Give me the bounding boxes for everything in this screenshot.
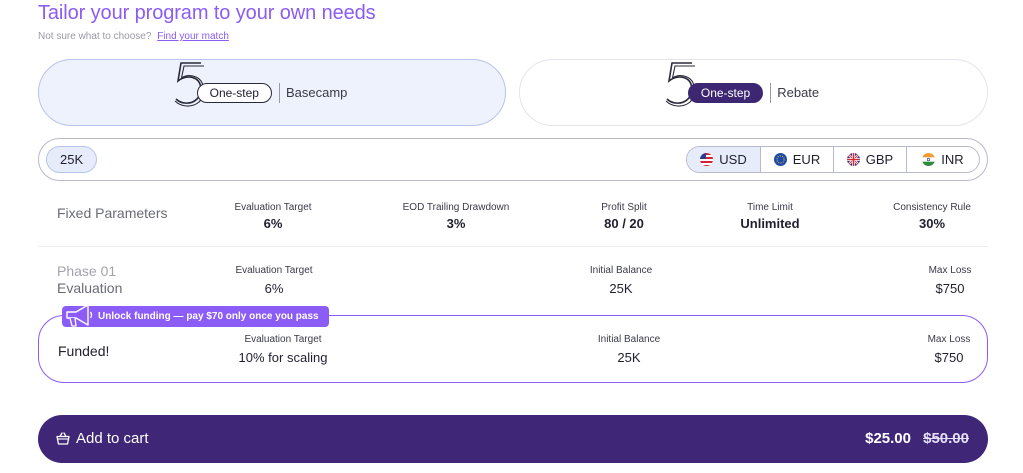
param-label: Evaluation Target bbox=[244, 334, 322, 345]
param-eod-trailing-drawdown: EOD Trailing Drawdown 3% bbox=[403, 202, 510, 231]
phase-evaluation-row: Phase 01 Evaluation Evaluation Target 6%… bbox=[38, 262, 988, 312]
plan-divider bbox=[770, 82, 772, 103]
help-text-row: Not sure what to choose? Find your match bbox=[38, 31, 229, 42]
currency-eur[interactable]: EUR bbox=[760, 147, 833, 172]
param-label: Max Loss bbox=[927, 334, 971, 345]
param-label: Evaluation Target bbox=[234, 202, 312, 213]
original-price: $50.00 bbox=[923, 430, 969, 447]
param-value: 6% bbox=[263, 216, 283, 231]
param-value: 80 / 20 bbox=[604, 216, 644, 231]
param-consistency-rule: Consistency Rule 30% bbox=[893, 202, 971, 231]
param-label: Initial Balance bbox=[597, 334, 661, 345]
plan-card-basecamp[interactable]: One-step Basecamp bbox=[38, 59, 506, 126]
param-label: Evaluation Target bbox=[235, 265, 313, 276]
one-step-pill: One-step bbox=[687, 82, 764, 103]
funded-max-loss: Max Loss $750 bbox=[928, 334, 971, 365]
phase-subtitle: Evaluation bbox=[57, 280, 123, 296]
phase-max-loss: Max Loss $750 bbox=[929, 265, 972, 296]
one-step-pill: One-step bbox=[196, 82, 272, 103]
india-flag-icon bbox=[922, 153, 936, 166]
eu-flag-icon bbox=[773, 153, 787, 166]
param-time-limit: Time Limit Unlimited bbox=[740, 202, 799, 231]
param-label: Consistency Rule bbox=[893, 202, 971, 213]
phase-initial-balance: Initial Balance 25K bbox=[590, 265, 652, 296]
param-value: 3% bbox=[446, 216, 466, 231]
add-to-cart-button[interactable]: Add to cart $25.00 $50.00 bbox=[38, 415, 988, 463]
funded-initial-balance: Initial Balance 25K bbox=[598, 334, 660, 365]
param-value: Unlimited bbox=[740, 216, 800, 231]
plan-card-rebate[interactable]: One-step Rebate bbox=[519, 59, 988, 126]
us-flag-icon bbox=[700, 153, 714, 166]
param-label: EOD Trailing Drawdown bbox=[402, 202, 510, 213]
param-label: Time Limit bbox=[747, 202, 793, 213]
current-price: $25.00 bbox=[865, 430, 911, 447]
plan-name-rebate: Rebate bbox=[777, 85, 820, 100]
param-value: 10% for scaling bbox=[238, 350, 328, 365]
param-value: 30% bbox=[918, 216, 946, 231]
plan-name-basecamp: Basecamp bbox=[285, 85, 348, 100]
currency-gbp[interactable]: GBP bbox=[833, 147, 906, 172]
currency-selector: USD EUR GBP INR bbox=[686, 146, 980, 173]
param-value: 25K bbox=[617, 350, 641, 365]
param-value: $750 bbox=[934, 350, 964, 365]
uk-flag-icon bbox=[846, 153, 860, 166]
param-label: Max Loss bbox=[928, 265, 972, 276]
fixed-parameters-row: Fixed Parameters Evaluation Target 6% EO… bbox=[38, 195, 988, 247]
account-size-25k[interactable]: 25K bbox=[46, 146, 98, 173]
currency-label: INR bbox=[941, 152, 964, 167]
find-your-match-link[interactable]: Find your match bbox=[157, 31, 229, 42]
megaphone-icon bbox=[66, 304, 93, 327]
help-text: Not sure what to choose? bbox=[38, 31, 152, 42]
param-value: 25K bbox=[609, 281, 633, 296]
funded-evaluation-target: Evaluation Target 10% for scaling bbox=[239, 334, 328, 365]
plan-divider bbox=[278, 82, 280, 103]
param-evaluation-target: Evaluation Target 6% bbox=[234, 202, 311, 231]
currency-inr[interactable]: INR bbox=[906, 147, 979, 172]
param-label: Profit Split bbox=[601, 202, 647, 213]
funded-label: Funded! bbox=[58, 343, 110, 359]
phase-title: Phase 01 bbox=[57, 263, 117, 279]
account-size-bar: 25K USD EUR GBP INR bbox=[38, 138, 988, 181]
param-value: 6% bbox=[264, 281, 284, 296]
currency-label: EUR bbox=[792, 152, 821, 167]
add-to-cart-label: Add to cart bbox=[76, 430, 149, 447]
currency-label: USD bbox=[719, 152, 747, 167]
basket-icon bbox=[56, 432, 70, 445]
unlock-funding-text: Unlock funding — pay $70 only once you p… bbox=[98, 311, 319, 322]
fixed-parameters-label: Fixed Parameters bbox=[57, 205, 168, 221]
param-profit-split: Profit Split 80 / 20 bbox=[601, 202, 647, 231]
unlock-funding-badge: Unlock funding — pay $70 only once you p… bbox=[62, 304, 329, 327]
phase-evaluation-target: Evaluation Target 6% bbox=[235, 265, 312, 296]
param-label: Initial Balance bbox=[589, 265, 653, 276]
param-value: $750 bbox=[935, 281, 965, 296]
currency-label: GBP bbox=[865, 152, 894, 167]
currency-usd[interactable]: USD bbox=[687, 147, 760, 172]
page-title: Tailor your program to your own needs bbox=[38, 2, 376, 24]
